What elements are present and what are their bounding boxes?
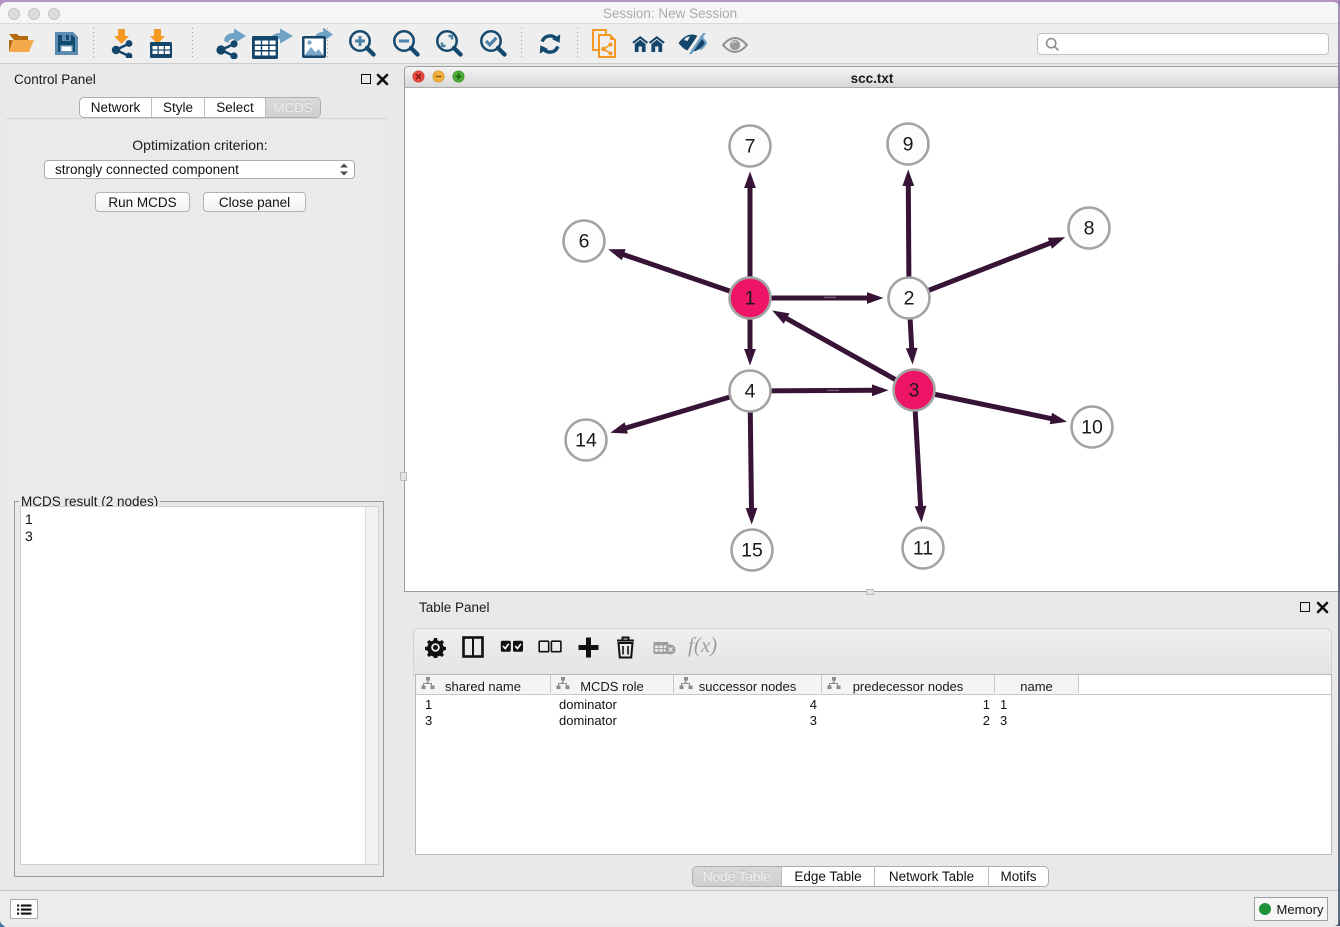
svg-text:4: 4: [745, 381, 756, 403]
svg-text:10: 10: [1081, 417, 1103, 439]
svg-text:3: 3: [909, 380, 920, 402]
svg-text:1: 1: [745, 288, 756, 310]
svg-text:8: 8: [1084, 218, 1095, 240]
svg-text:7: 7: [745, 136, 756, 158]
svg-text:11: 11: [913, 538, 933, 560]
svg-text:9: 9: [903, 134, 914, 156]
svg-text:2: 2: [904, 288, 915, 310]
svg-text:15: 15: [741, 540, 763, 562]
svg-text:6: 6: [579, 231, 590, 253]
svg-text:14: 14: [575, 430, 597, 452]
